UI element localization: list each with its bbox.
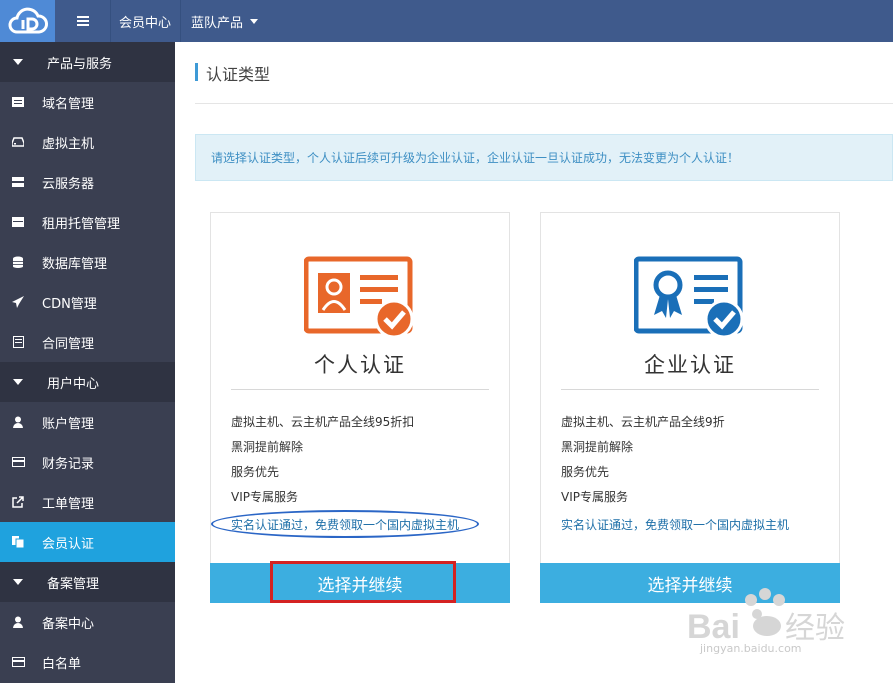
hdd-icon [11,135,25,149]
card-title: 企业认证 [644,353,736,377]
user-icon [11,415,25,429]
baidu-watermark-logo: Bai 经验 [687,588,845,646]
card-enterprise-auth: 企业认证 虚拟主机、云主机产品全线9折 黑洞提前解除 服务优先 VIP专属服务 … [540,212,840,603]
sidebar: 产品与服务 域名管理 虚拟主机 云服务器 租用托管管理 数据库管理 CDN管理 … [0,42,175,683]
section-title: 用户中心 [47,376,100,392]
section-title: 产品与服务 [47,56,113,72]
nav-member-center[interactable]: 会员中心 [110,0,181,42]
send-icon [11,295,25,309]
card-personal-auth: 个人认证 虚拟主机、云主机产品全线95折扣 黑洞提前解除 服务优先 VIP专属服… [210,212,510,603]
feature-item: VIP专属服务 [561,490,628,504]
caret-down-icon [13,59,23,65]
sidebar-item-account[interactable]: 账户管理 [0,402,175,442]
highlight-rect-annotation [270,561,456,603]
enterprise-certificate-icon [633,255,746,339]
external-link-icon [11,495,25,509]
sidebar-item-label: 白名单 [42,656,82,672]
svg-text:Bai: Bai [687,608,740,646]
chevron-down-icon [250,18,259,24]
sidebar-item-cloud-server[interactable]: 云服务器 [0,162,175,202]
server-icon [11,175,25,189]
sidebar-item-filing-center[interactable]: 备案中心 [0,602,175,642]
credit-card-icon [11,455,25,469]
personal-id-card-icon [303,255,416,339]
feature-list: 虚拟主机、云主机产品全线95折扣 黑洞提前解除 服务优先 VIP专属服务 [231,413,414,513]
free-host-link[interactable]: 实名认证通过，免费领取一个国内虚拟主机 [561,516,789,533]
sidebar-item-contract[interactable]: 合同管理 [0,322,175,362]
nav-products-label: 蓝队产品 [191,15,244,31]
hamburger-icon[interactable] [55,0,111,42]
feature-item: 虚拟主机、云主机产品全线9折 [561,415,725,429]
sidebar-item-label: 数据库管理 [42,256,108,272]
copy-icon [11,535,25,549]
card-title: 个人认证 [314,353,406,377]
cloud-logo-icon[interactable] [0,0,55,42]
section-title: 备案管理 [47,576,100,592]
sidebar-item-label: 工单管理 [42,496,95,512]
sidebar-section-filing[interactable]: 备案管理 [0,562,175,602]
title-accent-bar [195,63,198,81]
sidebar-item-label: 云服务器 [42,176,95,192]
sidebar-item-label: 合同管理 [42,336,95,352]
sidebar-item-cdn[interactable]: CDN管理 [0,282,175,322]
sidebar-item-label: CDN管理 [42,296,97,312]
page-header: 认证类型 [195,57,893,104]
svg-text:经验: 经验 [785,612,845,645]
sidebar-item-label: 会员认证 [42,536,95,552]
user-icon [11,615,25,629]
credit-card-icon [11,655,25,669]
sidebar-item-label: 账户管理 [42,416,95,432]
feature-item: 黑洞提前解除 [231,440,304,454]
sidebar-item-label: 域名管理 [42,96,95,112]
sidebar-item-whitelist[interactable]: 白名单 [0,642,175,682]
notice-text: 请选择认证类型，个人认证后续可升级为企业认证，企业认证一旦认证成功，无法变更为个… [211,151,740,165]
nav-member-center-label: 会员中心 [118,15,171,31]
sidebar-item-membership-auth[interactable]: 会员认证 [0,522,175,562]
database-icon [11,255,25,269]
sidebar-item-virtual-host[interactable]: 虚拟主机 [0,122,175,162]
divider [561,389,819,390]
watermark-url: jingyan.baidu.com [700,642,802,655]
top-navbar: 会员中心 蓝队产品 [0,0,893,42]
feature-item: 黑洞提前解除 [561,440,634,454]
sidebar-item-domain[interactable]: 域名管理 [0,82,175,122]
divider [231,389,489,390]
sidebar-item-label: 租用托管管理 [42,216,121,232]
nav-products-dropdown[interactable]: 蓝队产品 [181,0,259,42]
info-notice: 请选择认证类型，个人认证后续可升级为企业认证，企业认证一旦认证成功，无法变更为个… [195,134,893,181]
sidebar-item-finance[interactable]: 财务记录 [0,442,175,482]
domain-icon [11,95,25,109]
sidebar-item-label: 虚拟主机 [42,136,95,152]
feature-item: 服务优先 [561,465,610,479]
sidebar-item-tickets[interactable]: 工单管理 [0,482,175,522]
caret-down-icon [13,379,23,385]
page-title: 认证类型 [206,65,271,84]
feature-list: 虚拟主机、云主机产品全线9折 黑洞提前解除 服务优先 VIP专属服务 [561,413,725,513]
feature-item: 服务优先 [231,465,280,479]
server-rack-icon [11,215,25,229]
sidebar-section-products[interactable]: 产品与服务 [0,42,175,82]
highlight-ellipse-annotation [211,510,479,538]
caret-down-icon [13,579,23,585]
sidebar-item-database[interactable]: 数据库管理 [0,242,175,282]
sidebar-section-user-center[interactable]: 用户中心 [0,362,175,402]
sidebar-item-label: 备案中心 [42,616,95,632]
sidebar-item-hosting[interactable]: 租用托管管理 [0,202,175,242]
sidebar-item-label: 财务记录 [42,456,95,472]
feature-item: 虚拟主机、云主机产品全线95折扣 [231,415,415,429]
document-icon [11,335,25,349]
